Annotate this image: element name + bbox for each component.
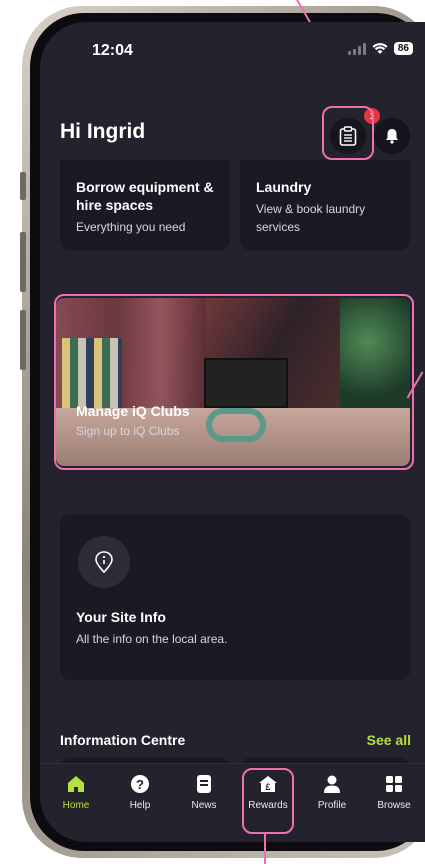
laundry-subtitle: View & book laundry services: [256, 202, 366, 234]
nav-news-label: News: [191, 800, 217, 811]
side-button-volume-up: [20, 232, 26, 292]
information-centre-title: Information Centre: [60, 732, 186, 748]
nav-browse-label: Browse: [377, 800, 411, 811]
side-button-volume-down: [20, 310, 26, 370]
status-time: 12:04: [92, 42, 133, 59]
notifications-button[interactable]: [374, 118, 410, 154]
annotation-highlight-clipboard: [322, 106, 374, 160]
svg-text:?: ?: [136, 777, 144, 792]
borrow-equipment-card[interactable]: Borrow equipment & hire spaces Everythin…: [60, 160, 230, 250]
nav-help-label: Help: [129, 800, 151, 811]
laundry-title: Laundry: [256, 179, 312, 195]
app-screen: 12:04 86 Hi Ingrid 1 Borrow equipment &: [40, 22, 425, 842]
site-info-subtitle: All the info on the local area.: [76, 632, 228, 646]
annotation-highlight-hero: [54, 294, 414, 470]
signal-icon: [347, 42, 366, 55]
see-all-link[interactable]: See all: [367, 732, 411, 748]
nav-news[interactable]: News: [176, 774, 232, 811]
site-info-title: Your Site Info: [76, 609, 166, 625]
nav-profile-label: Profile: [317, 800, 347, 811]
annotation-highlight-rewards: [242, 768, 294, 834]
side-button-silent: [20, 172, 26, 200]
borrow-equipment-title: Borrow equipment & hire spaces: [76, 179, 214, 213]
nav-home[interactable]: Home: [48, 774, 104, 811]
bell-icon: [386, 129, 398, 144]
bottom-navigation: Home ? Help News £ Rewards Profile Brows…: [40, 763, 425, 842]
laundry-card[interactable]: Laundry View & book laundry services: [240, 160, 410, 250]
greeting-title: Hi Ingrid: [60, 120, 146, 143]
info-circle: [78, 536, 130, 588]
battery-indicator: 86: [393, 42, 413, 55]
home-icon: [68, 776, 84, 792]
location-info-icon: [95, 551, 113, 573]
nav-help[interactable]: ? Help: [112, 774, 168, 811]
nav-home-label: Home: [62, 800, 90, 811]
browse-icon: [386, 776, 402, 792]
borrow-equipment-subtitle: Everything you need: [76, 220, 186, 234]
help-icon: ?: [131, 775, 149, 793]
nav-profile[interactable]: Profile: [304, 774, 360, 811]
annotation-line-bottom: [264, 834, 266, 864]
news-icon: [197, 775, 211, 793]
profile-icon: [324, 775, 340, 793]
wifi-icon: [372, 42, 388, 54]
status-icons: 86: [347, 42, 413, 55]
nav-browse[interactable]: Browse: [366, 774, 422, 811]
